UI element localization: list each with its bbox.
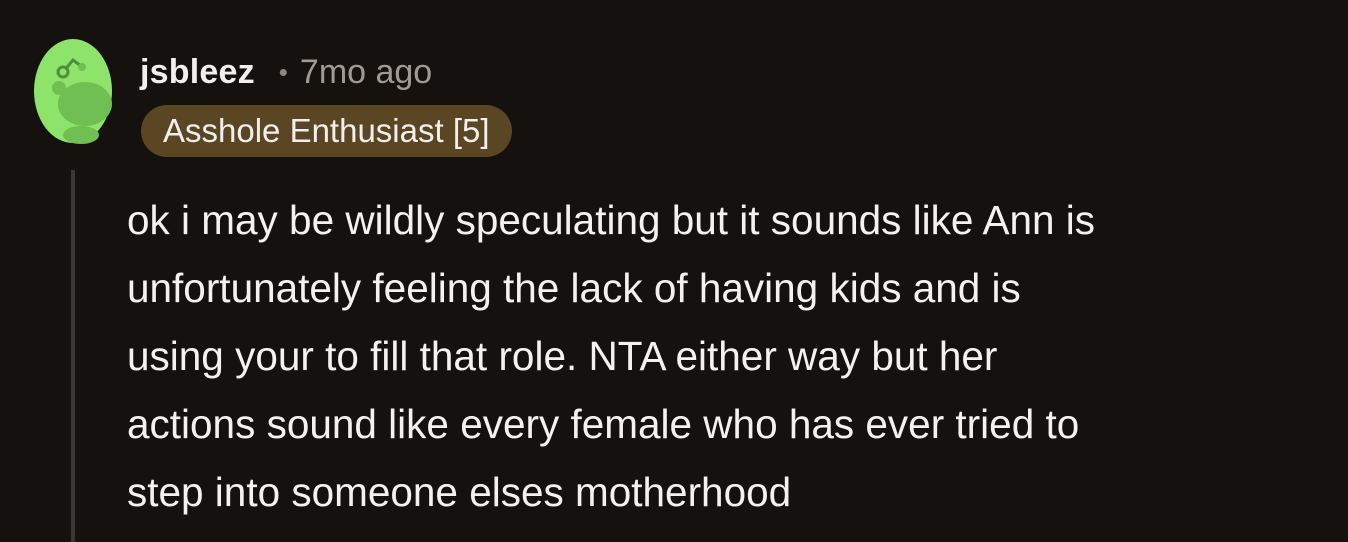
snoo-avatar-icon	[34, 39, 112, 144]
thread-line[interactable]	[71, 170, 75, 542]
comment: jsbleez • 7mo ago Asshole Enthusiast [5]…	[0, 0, 1348, 542]
comment-body: ok i may be wildly speculating but it so…	[127, 186, 1327, 526]
comment-body-line: unfortunately feeling the lack of having…	[127, 265, 1021, 311]
username-link[interactable]: jsbleez	[140, 53, 255, 92]
user-avatar[interactable]	[33, 38, 113, 144]
user-flair: Asshole Enthusiast [5]	[141, 105, 512, 157]
comment-body-line: using your to fill that role. NTA either…	[127, 333, 998, 379]
meta-separator: •	[278, 56, 288, 87]
comment-meta: jsbleez • 7mo ago	[140, 48, 432, 96]
comment-body-line: ok i may be wildly speculating but it so…	[127, 197, 1096, 243]
comment-body-line: actions sound like every female who has …	[127, 401, 1080, 447]
comment-body-line: step into someone elses motherhood	[127, 469, 792, 515]
timestamp[interactable]: 7mo ago	[300, 53, 432, 92]
